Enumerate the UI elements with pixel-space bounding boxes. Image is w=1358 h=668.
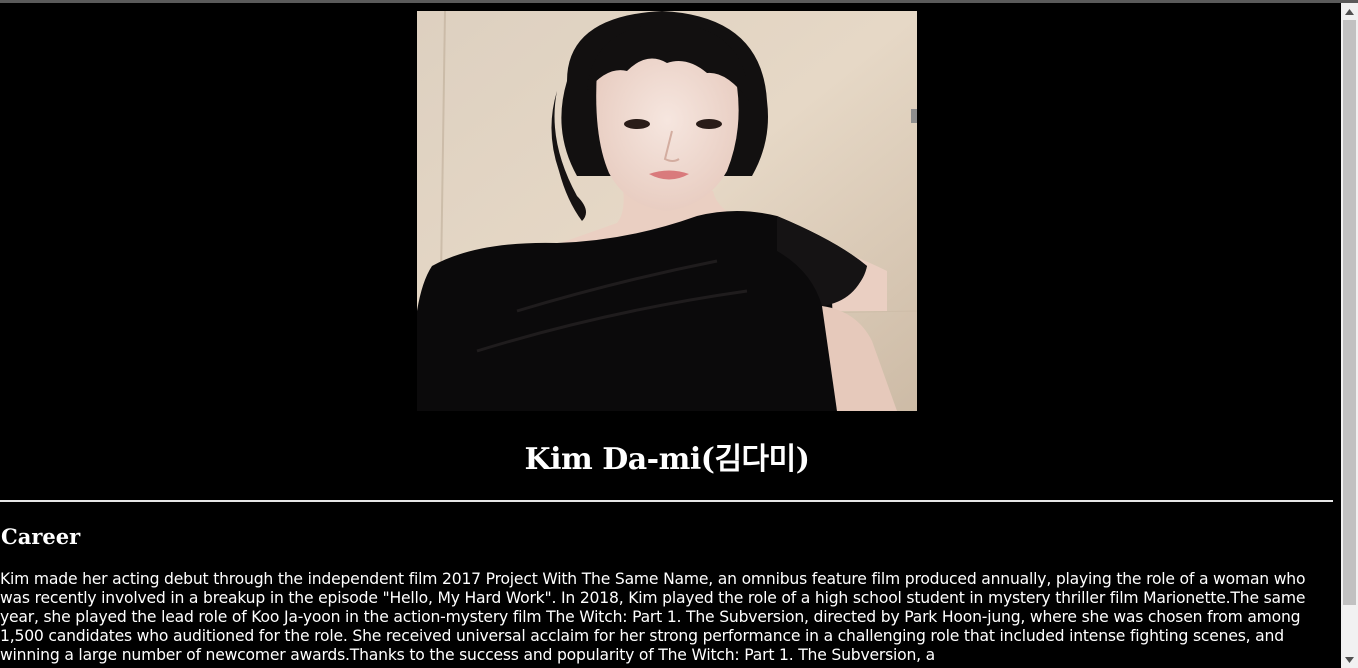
career-paragraph: Kim made her acting debut through the in…: [0, 570, 1306, 664]
scrollbar-thumb[interactable]: [1343, 20, 1356, 605]
career-heading: Career: [1, 524, 81, 549]
profile-photo: [417, 11, 917, 411]
page-title: Kim Da-mi(김다미): [524, 442, 810, 477]
page-content: Kim Da-mi(김다미) Career Kim made her actin…: [0, 3, 1341, 668]
triangle-down-icon[interactable]: [1341, 651, 1358, 668]
triangle-up-icon[interactable]: [1341, 3, 1358, 20]
vertical-scrollbar[interactable]: [1341, 3, 1358, 668]
divider: [0, 500, 1333, 502]
